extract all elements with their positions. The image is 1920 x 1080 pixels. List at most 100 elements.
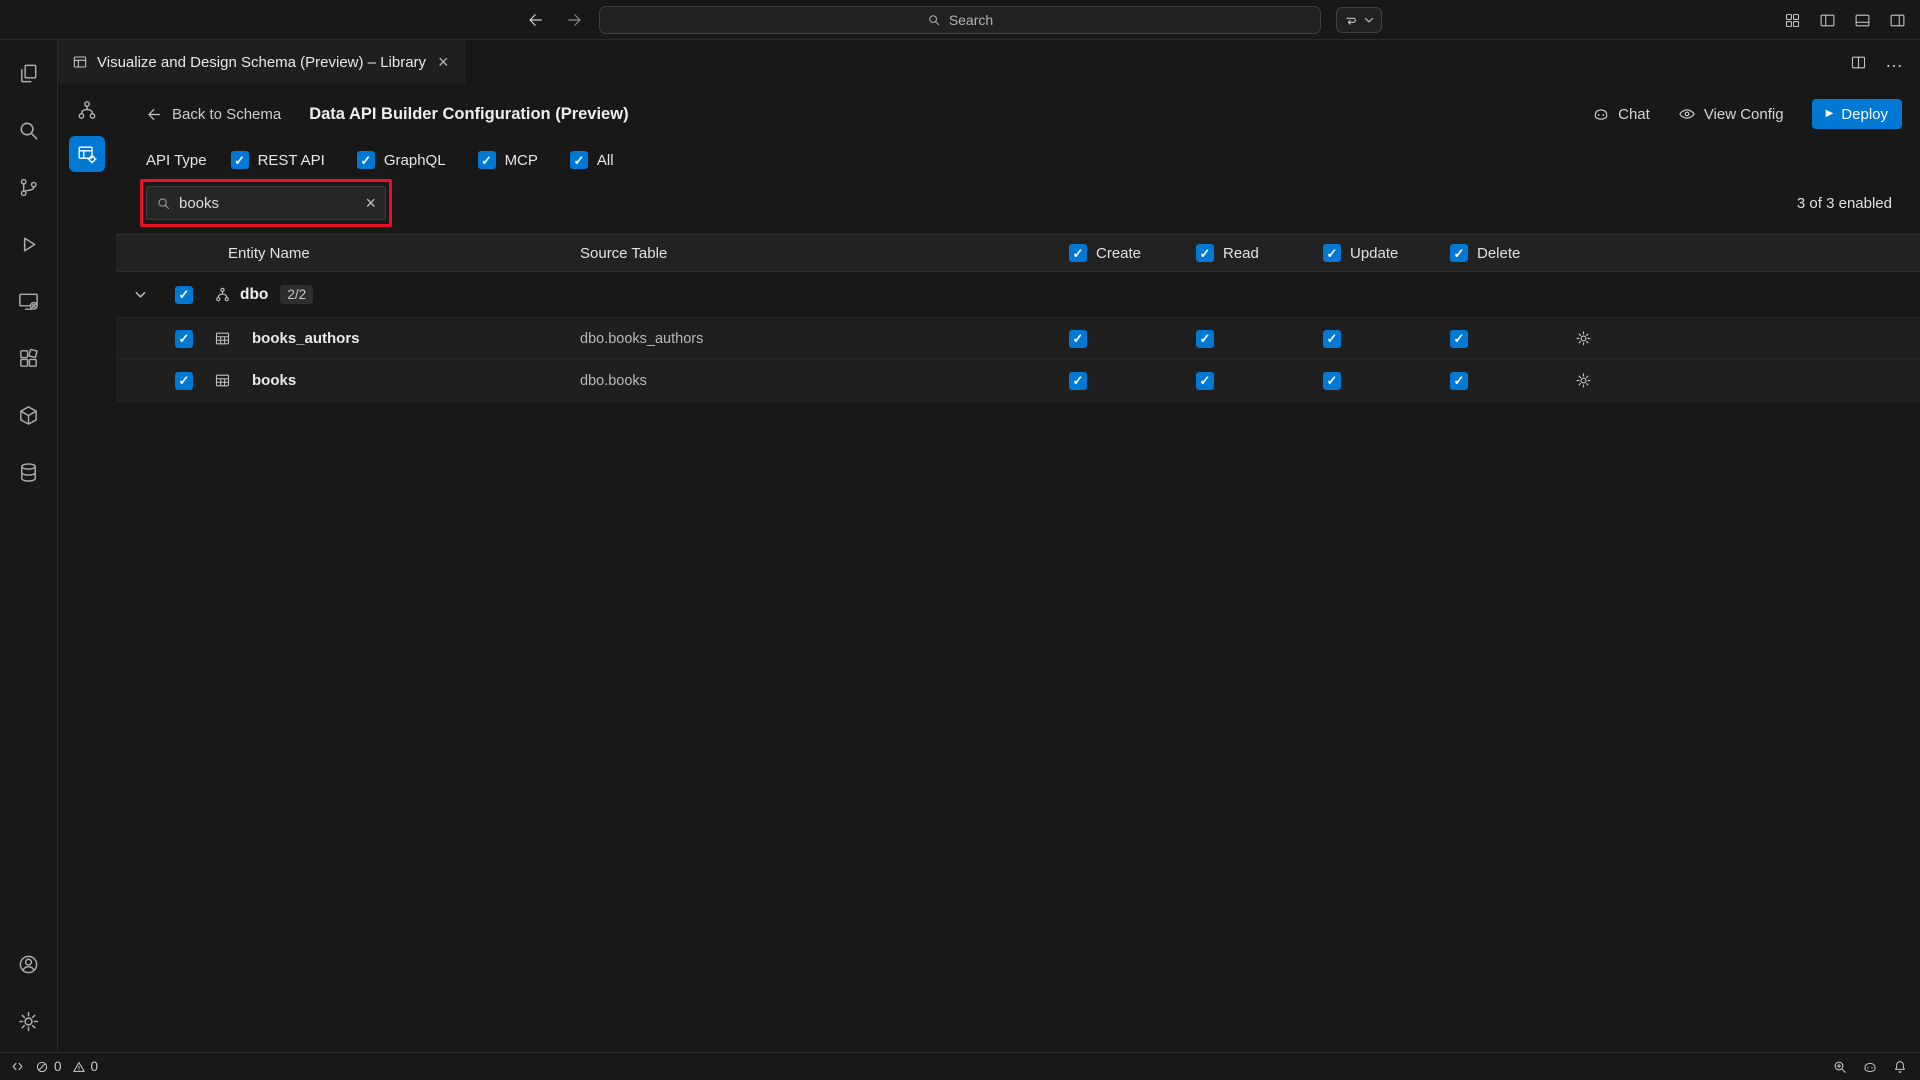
layout-panel-icon[interactable] xyxy=(1854,12,1871,29)
graphql-label: GraphQL xyxy=(384,152,446,169)
row-create-checkbox[interactable] xyxy=(1069,330,1087,348)
sql-database-icon[interactable] xyxy=(7,449,51,495)
layout-sidebar-right-icon[interactable] xyxy=(1889,12,1906,29)
errors-count: 0 xyxy=(54,1059,62,1074)
play-icon: ▶ xyxy=(1826,109,1834,119)
group-count-badge: 2/2 xyxy=(280,285,313,304)
row-settings-gear-icon[interactable] xyxy=(1575,372,1592,389)
dab-config-panel: Back to Schema Data API Builder Configur… xyxy=(116,84,1920,1052)
row-select-checkbox[interactable] xyxy=(175,372,193,390)
schema-designer-icon xyxy=(72,54,88,70)
enabled-summary: 3 of 3 enabled xyxy=(1797,195,1892,212)
copilot-icon[interactable] xyxy=(1862,1059,1878,1075)
split-editor-icon[interactable] xyxy=(1850,54,1867,71)
select-all-create-checkbox[interactable] xyxy=(1069,244,1087,262)
arrow-left-icon xyxy=(146,106,163,123)
row-update-checkbox[interactable] xyxy=(1323,330,1341,348)
row-delete-checkbox[interactable] xyxy=(1450,372,1468,390)
row-settings-gear-icon[interactable] xyxy=(1575,330,1592,347)
mcp-label: MCP xyxy=(505,152,538,169)
errors-indicator[interactable]: 0 xyxy=(35,1059,62,1074)
all-label: All xyxy=(597,152,614,169)
title-bar: Search xyxy=(0,0,1920,40)
remote-indicator-icon[interactable] xyxy=(10,1059,25,1074)
settings-gear-icon[interactable] xyxy=(7,998,51,1044)
back-to-schema-link[interactable]: Back to Schema xyxy=(146,106,281,123)
clear-search-icon[interactable]: × xyxy=(365,194,376,212)
visualize-schema-icon[interactable] xyxy=(69,92,105,128)
deploy-label: Deploy xyxy=(1841,106,1888,123)
row-read-checkbox[interactable] xyxy=(1196,372,1214,390)
select-all-delete-checkbox[interactable] xyxy=(1450,244,1468,262)
source-table-header: Source Table xyxy=(570,245,1065,262)
rest-api-option: REST API xyxy=(231,151,325,169)
chevron-down-icon[interactable] xyxy=(116,287,164,302)
group-select-checkbox[interactable] xyxy=(175,286,193,304)
tab-close-icon[interactable]: × xyxy=(435,52,452,72)
zoom-icon[interactable] xyxy=(1832,1059,1848,1075)
select-all-read-checkbox[interactable] xyxy=(1196,244,1214,262)
entity-name-header: Entity Name xyxy=(116,245,570,262)
arrow-right-icon[interactable] xyxy=(565,11,583,29)
view-config-button[interactable]: View Config xyxy=(1678,105,1784,123)
extensions-icon[interactable] xyxy=(7,335,51,381)
editor-tab[interactable]: Visualize and Design Schema (Preview) – … xyxy=(58,40,465,84)
bell-icon[interactable] xyxy=(1892,1059,1908,1075)
rest-api-checkbox[interactable] xyxy=(231,151,249,169)
entity-name: books_authors xyxy=(240,330,570,347)
mcp-checkbox[interactable] xyxy=(478,151,496,169)
run-debug-icon[interactable] xyxy=(7,221,51,267)
source-control-icon[interactable] xyxy=(7,164,51,210)
activity-bar xyxy=(0,40,58,1052)
more-actions-icon[interactable]: … xyxy=(1885,58,1904,65)
remote-explorer-icon[interactable] xyxy=(7,278,51,324)
account-icon[interactable] xyxy=(7,941,51,987)
loop-button[interactable] xyxy=(1336,7,1382,33)
table-icon xyxy=(204,372,240,389)
row-select-checkbox[interactable] xyxy=(175,330,193,348)
row-delete-checkbox[interactable] xyxy=(1450,330,1468,348)
explorer-icon[interactable] xyxy=(7,50,51,96)
row-create-checkbox[interactable] xyxy=(1069,372,1087,390)
layout-sidebar-icon[interactable] xyxy=(1819,12,1836,29)
warnings-count: 0 xyxy=(91,1059,99,1074)
graphql-checkbox[interactable] xyxy=(357,151,375,169)
search-icon[interactable] xyxy=(7,107,51,153)
search-icon xyxy=(156,196,171,211)
row-update-checkbox[interactable] xyxy=(1323,372,1341,390)
create-header-label: Create xyxy=(1096,245,1141,262)
chat-label: Chat xyxy=(1618,106,1650,123)
search-row: × 3 of 3 enabled xyxy=(116,186,1920,220)
group-name: dbo xyxy=(240,286,268,304)
schema-group-row: dbo 2/2 xyxy=(116,272,1920,318)
chat-button[interactable]: Chat xyxy=(1592,105,1650,123)
webview: Back to Schema Data API Builder Configur… xyxy=(58,84,1920,1052)
warning-icon xyxy=(72,1060,86,1074)
nav-arrows xyxy=(527,0,583,40)
deploy-button[interactable]: ▶ Deploy xyxy=(1812,99,1902,129)
table-icon xyxy=(204,330,240,347)
entity-search-box: × xyxy=(146,186,386,220)
select-all-update-checkbox[interactable] xyxy=(1323,244,1341,262)
view-config-label: View Config xyxy=(1704,106,1784,123)
side-rail xyxy=(58,84,116,1052)
entities-table: Entity Name Source Table Create Read xyxy=(116,234,1920,402)
data-api-builder-icon[interactable] xyxy=(69,136,105,172)
command-center-search[interactable]: Search xyxy=(599,6,1321,34)
all-checkbox[interactable] xyxy=(570,151,588,169)
panel-header: Back to Schema Data API Builder Configur… xyxy=(116,92,1920,136)
entity-search-input[interactable] xyxy=(179,195,357,212)
editor-area: Visualize and Design Schema (Preview) – … xyxy=(58,40,1920,1052)
row-read-checkbox[interactable] xyxy=(1196,330,1214,348)
iterate-icon xyxy=(1343,12,1359,28)
layout-grid-icon[interactable] xyxy=(1784,12,1801,29)
delete-header: Delete xyxy=(1446,244,1573,262)
entity-name: books xyxy=(240,372,570,389)
chevron-down-icon xyxy=(1363,14,1375,26)
main-row: Visualize and Design Schema (Preview) – … xyxy=(0,40,1920,1052)
search-icon xyxy=(927,13,941,27)
all-option: All xyxy=(570,151,614,169)
arrow-left-icon[interactable] xyxy=(527,11,545,29)
database-projects-icon[interactable] xyxy=(7,392,51,438)
warnings-indicator[interactable]: 0 xyxy=(72,1059,99,1074)
